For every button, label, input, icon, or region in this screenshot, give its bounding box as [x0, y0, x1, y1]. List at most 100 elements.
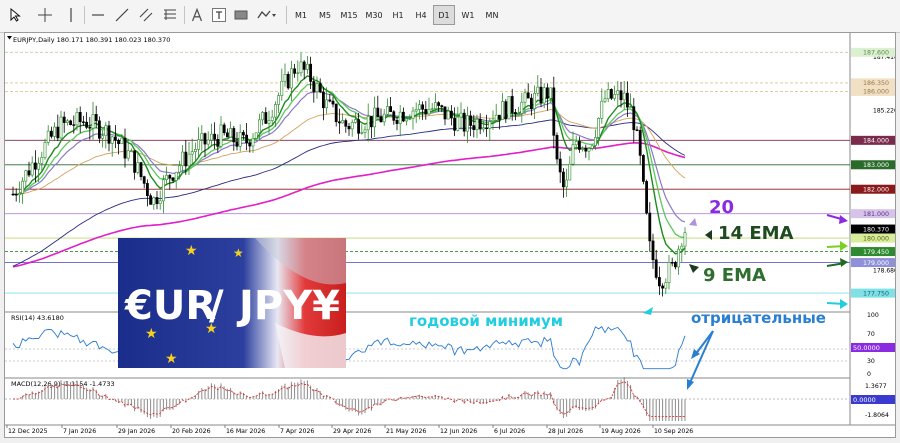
- candle-body: [40, 157, 44, 164]
- annotation-yearly-low: годовой минимум: [409, 312, 563, 330]
- candle-body: [123, 137, 127, 159]
- candle-body: [459, 112, 463, 118]
- candle-body: [465, 115, 469, 132]
- candle-body: [379, 116, 383, 123]
- crosshair-icon: [38, 8, 52, 22]
- candle-body: [475, 118, 479, 130]
- fibonacci-tool[interactable]: [160, 5, 180, 25]
- candle-body: [293, 68, 297, 74]
- tf-m30[interactable]: M30: [362, 5, 386, 25]
- price-tag-text: 180.000: [863, 235, 889, 242]
- tf-w1[interactable]: W1: [457, 5, 479, 25]
- logo-jpy-text: JPY¥: [236, 283, 340, 329]
- candle-body: [46, 130, 50, 143]
- horizontal-line-tool[interactable]: [88, 5, 108, 25]
- candle-body: [305, 63, 309, 70]
- candle-body: [114, 136, 117, 141]
- crosshair-tool[interactable]: [34, 5, 56, 25]
- candle-body: [238, 132, 242, 147]
- tf-mn[interactable]: MN: [480, 5, 504, 25]
- candle-body: [178, 165, 181, 173]
- date-label: 19 Aug 2026: [601, 428, 641, 435]
- candle-body: [389, 106, 393, 113]
- vertical-line-tool[interactable]: [62, 5, 80, 25]
- candle-body: [110, 136, 114, 144]
- candle-body: [18, 193, 21, 196]
- candle-body: [85, 121, 89, 128]
- candle-body: [222, 124, 226, 134]
- candle-body: [142, 176, 146, 184]
- candle-body: [421, 104, 425, 110]
- candle-body: [539, 86, 543, 104]
- candle-body: [75, 112, 79, 126]
- price-tag-text: 186.350: [863, 80, 889, 87]
- candle-body: [254, 132, 258, 139]
- candle-body: [446, 110, 450, 120]
- candle-body: [344, 120, 348, 127]
- candle-body: [126, 150, 130, 159]
- candle-body: [216, 139, 220, 147]
- candle-body: [437, 102, 441, 106]
- candle-body: [248, 142, 252, 147]
- candle-body: [677, 248, 681, 268]
- candle-body: [27, 170, 31, 176]
- tf-h1[interactable]: H1: [387, 5, 409, 25]
- rectangle-tool[interactable]: [232, 5, 250, 25]
- candle-body: [264, 112, 268, 124]
- tf-m1[interactable]: M1: [290, 5, 312, 25]
- fibonacci-icon: [164, 9, 176, 20]
- text-tool[interactable]: [188, 5, 206, 25]
- candle-body: [321, 91, 325, 109]
- candle-body: [24, 170, 28, 182]
- candle-body: [210, 133, 213, 141]
- shapes-dropdown[interactable]: [254, 5, 280, 25]
- candle-body: [638, 130, 642, 156]
- channel-tool[interactable]: [136, 5, 156, 25]
- price-tag-text: 181.000: [863, 211, 889, 218]
- trendline-icon: [115, 8, 129, 22]
- macd-scale-bottom: -1.8064: [865, 412, 889, 419]
- candle-body: [629, 106, 633, 108]
- candle-body: [65, 120, 69, 123]
- candle-body: [37, 163, 41, 170]
- macd-title: MACD(12,26,9) -1.1154 -1.4733: [11, 380, 115, 388]
- candle-body: [213, 133, 217, 140]
- candle-body: [299, 61, 303, 74]
- candle-body: [510, 96, 514, 113]
- candle-body: [258, 119, 261, 134]
- candle-body: [405, 118, 409, 122]
- candle-body: [433, 102, 437, 109]
- candle-body: [552, 87, 556, 136]
- macd-scale-top: 1.3677: [865, 383, 887, 390]
- candle-body: [443, 106, 447, 120]
- tf-h4[interactable]: H4: [410, 5, 432, 25]
- candle-body: [462, 112, 466, 132]
- chart-canvas[interactable]: EURJPY,Daily 180.171 180.391 180.023 180…: [5, 33, 898, 437]
- trendline-tool[interactable]: [112, 5, 132, 25]
- text-icon: [191, 8, 203, 22]
- cursor-tool[interactable]: [6, 5, 26, 25]
- candle-body: [603, 98, 607, 102]
- date-label: 12 Dec 2025: [8, 428, 48, 435]
- label-icon: [212, 8, 226, 22]
- candle-body: [606, 89, 610, 100]
- candle-body: [200, 133, 204, 140]
- candle-body: [30, 162, 34, 176]
- candle-body: [565, 179, 569, 188]
- flag-star-icon: ★: [165, 351, 178, 367]
- chart-header: EURJPY,Daily 180.171 180.391 180.023 180…: [13, 36, 170, 44]
- label-tool[interactable]: [210, 5, 228, 25]
- rsi-level-tag-text: 50.0000: [853, 344, 880, 352]
- candle-body: [568, 163, 572, 181]
- tf-d1[interactable]: D1: [433, 5, 455, 25]
- shapes-dropdown-icon: [257, 10, 276, 19]
- candle-body: [558, 158, 562, 173]
- candle-body: [139, 162, 143, 177]
- candle-body: [267, 120, 271, 124]
- candle-body: [392, 111, 396, 121]
- candle-body: [469, 115, 473, 126]
- tf-m5[interactable]: M5: [314, 5, 336, 25]
- candle-body: [296, 72, 300, 74]
- candle-body: [574, 141, 578, 146]
- tf-m15[interactable]: M15: [337, 5, 361, 25]
